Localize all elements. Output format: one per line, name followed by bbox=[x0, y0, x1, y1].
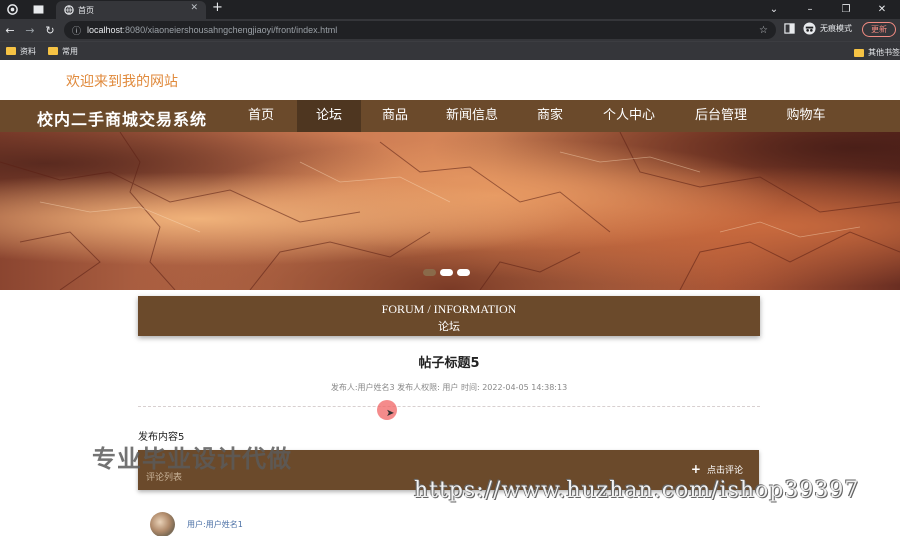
nav-item-profile[interactable]: 个人中心 bbox=[597, 100, 661, 132]
tab-title: 首页 bbox=[78, 5, 94, 15]
nav-item-products[interactable]: 商品 bbox=[370, 100, 420, 132]
watermark-url: https://www.huzhan.com/ishop39397 bbox=[414, 478, 860, 503]
url-host: localhost bbox=[87, 25, 123, 35]
tab-close-icon[interactable]: ✕ bbox=[190, 3, 198, 13]
forward-icon[interactable]: → bbox=[20, 24, 40, 37]
plus-icon: + bbox=[690, 462, 701, 476]
minimize-icon[interactable]: – bbox=[792, 0, 828, 19]
nav-item-cart[interactable]: 购物车 bbox=[780, 100, 832, 132]
bookmark-label: 常用 bbox=[62, 46, 78, 56]
forum-heading-en: FORUM / INFORMATION bbox=[381, 302, 517, 316]
forum-heading-cn: 论坛 bbox=[438, 320, 460, 333]
main-nav: 校内二手商城交易系统 首页 论坛 商品 新闻信息 商家 个人中心 后台管理 购物… bbox=[0, 100, 900, 132]
nav-item-home[interactable]: 首页 bbox=[236, 100, 286, 132]
window-controls: ⌄ – ❐ ✕ bbox=[756, 0, 900, 19]
update-button[interactable]: 更新 bbox=[862, 22, 896, 37]
welcome-text: 欢迎来到我的网站 bbox=[66, 74, 178, 90]
marble-texture bbox=[0, 132, 900, 290]
tab-home[interactable]: 首页 ✕ bbox=[56, 1, 206, 19]
avatar bbox=[150, 512, 175, 536]
divider bbox=[138, 406, 760, 407]
banner-carousel[interactable] bbox=[0, 132, 900, 290]
back-icon[interactable]: ← bbox=[0, 24, 20, 37]
folder-icon bbox=[48, 47, 58, 55]
address-bar-row: ← → ↻ ⓘ localhost :8080/xiaoneiershousah… bbox=[0, 19, 900, 41]
sidebar-icon[interactable] bbox=[784, 23, 795, 34]
browser-tab-bar: 首页 ✕ + ⌄ – ❐ ✕ bbox=[0, 0, 900, 19]
bookmark-star-icon[interactable]: ☆ bbox=[759, 25, 768, 36]
add-comment-label: 点击评论 bbox=[706, 465, 743, 476]
nav-item-news[interactable]: 新闻信息 bbox=[440, 100, 504, 132]
nav-item-admin[interactable]: 后台管理 bbox=[689, 100, 753, 132]
tab-list-icon[interactable] bbox=[32, 4, 44, 16]
comment-item: 用户: 用户姓名1 bbox=[150, 512, 243, 536]
reload-icon[interactable]: ↻ bbox=[40, 24, 60, 37]
comment-user-prefix: 用户: bbox=[187, 520, 206, 529]
post-meta: 发布人:用户姓名3 发布人权限: 用户 时间: 2022-04-05 14:38… bbox=[330, 383, 568, 392]
carousel-dot-2[interactable] bbox=[440, 269, 453, 276]
mouse-cursor-icon: ➤ bbox=[386, 408, 395, 419]
folder-icon bbox=[6, 47, 16, 55]
carousel-dots bbox=[423, 269, 470, 276]
profile-area: 无痕模式 bbox=[784, 22, 852, 35]
globe-icon bbox=[64, 5, 74, 15]
url-input[interactable]: ⓘ localhost :8080/xiaoneiershousahngchen… bbox=[64, 21, 776, 39]
site-name[interactable]: 校内二手商城交易系统 bbox=[37, 106, 207, 130]
incognito-icon[interactable] bbox=[803, 22, 816, 35]
post-title: 帖子标题5 bbox=[418, 356, 480, 371]
bookmark-folder-1[interactable]: 常用 bbox=[48, 46, 78, 57]
tab-search-icon[interactable]: ⌄ bbox=[756, 0, 792, 19]
other-bookmarks-label: 其他书签 bbox=[868, 48, 900, 57]
carousel-dot-1[interactable] bbox=[423, 269, 436, 276]
watermark-text: 专业毕业设计代做 bbox=[92, 445, 292, 473]
new-tab-icon[interactable]: + bbox=[212, 0, 223, 15]
other-bookmarks[interactable]: 其他书签 bbox=[854, 47, 900, 58]
nav-item-merchants[interactable]: 商家 bbox=[525, 100, 575, 132]
web-page: 欢迎来到我的网站 校内二手商城交易系统 首页 论坛 商品 新闻信息 商家 个人中… bbox=[0, 62, 900, 536]
forum-heading: FORUM / INFORMATION 论坛 bbox=[138, 296, 760, 336]
add-comment-button[interactable]: + 点击评论 bbox=[691, 462, 743, 476]
bookmark-folder-0[interactable]: 资料 bbox=[6, 46, 36, 57]
bookmark-label: 资料 bbox=[20, 46, 36, 56]
restore-icon[interactable]: ❐ bbox=[828, 0, 864, 19]
bookmarks-bar: 资料 常用 其他书签 bbox=[0, 41, 900, 60]
nav-item-forum[interactable]: 论坛 bbox=[297, 100, 361, 132]
chrome-icon[interactable] bbox=[6, 4, 18, 16]
carousel-dot-3[interactable] bbox=[457, 269, 470, 276]
close-window-icon[interactable]: ✕ bbox=[864, 0, 900, 19]
folder-icon bbox=[854, 48, 864, 57]
incognito-label: 无痕模式 bbox=[820, 24, 852, 33]
comment-user-name[interactable]: 用户姓名1 bbox=[206, 519, 243, 530]
site-info-icon[interactable]: ⓘ bbox=[72, 24, 81, 37]
url-path: :8080/xiaoneiershousahngchengjiaoyi/fron… bbox=[122, 25, 338, 35]
